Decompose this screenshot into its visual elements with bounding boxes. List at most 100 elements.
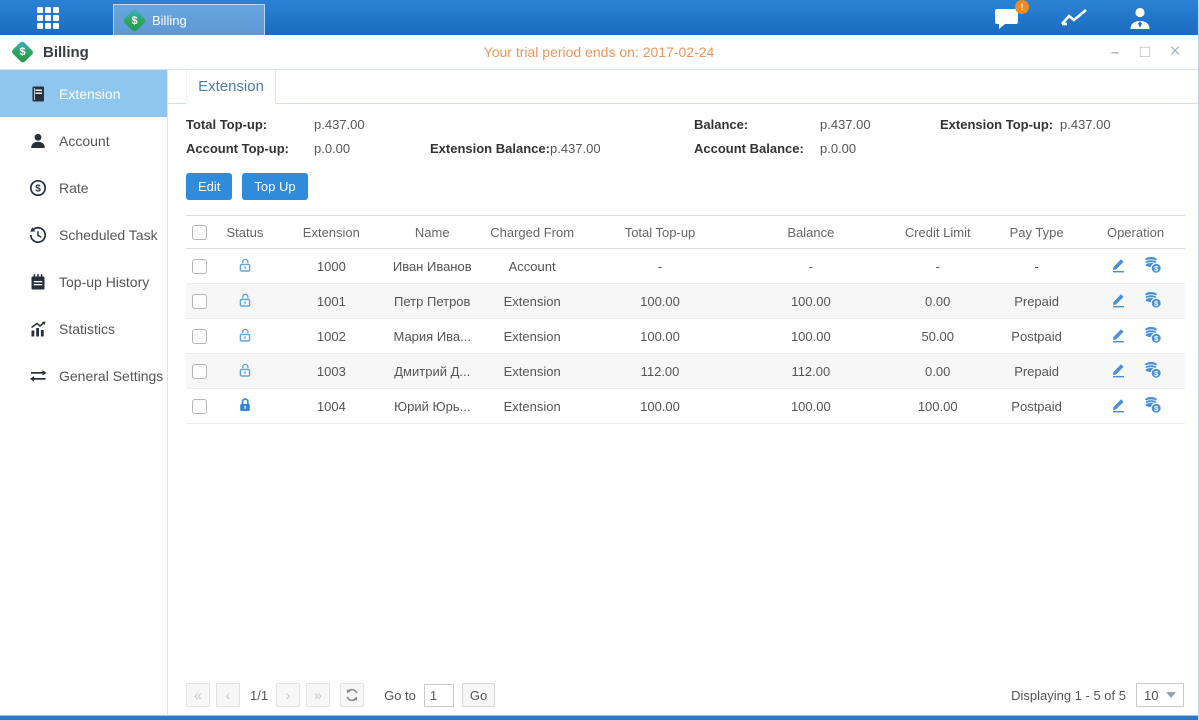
statistics-icon — [29, 320, 47, 338]
select-all-checkbox[interactable] — [192, 225, 207, 240]
close-button[interactable] — [1164, 41, 1186, 63]
table-header-row: Status Extension Name Charged From Total… — [186, 216, 1185, 249]
window-titlebar: Billing Your trial period ends on: 2017-… — [0, 35, 1198, 70]
cell-pay-type: - — [987, 249, 1086, 284]
minimize-button[interactable] — [1104, 41, 1126, 63]
cell-total-topup: 100.00 — [587, 319, 734, 354]
main-content: Extension Total Top-up: p.437.00 Balance… — [168, 70, 1198, 715]
chevron-down-icon — [1166, 692, 1176, 698]
page-size-value: 10 — [1144, 688, 1158, 703]
sidebar-item-rate[interactable]: $ Rate — [0, 164, 167, 211]
account-topup-label: Account Top-up: — [186, 141, 314, 156]
taskbar: Billing ! — [0, 0, 1198, 35]
trial-notice: Your trial period ends on: 2017-02-24 — [0, 44, 1198, 60]
top-up-row-icon[interactable]: $ — [1143, 291, 1162, 309]
top-up-button[interactable]: Top Up — [242, 173, 307, 200]
extension-balance-value: p.437.00 — [550, 141, 694, 156]
sidebar-item-scheduled-task[interactable]: Scheduled Task — [0, 211, 167, 258]
next-page-button[interactable] — [276, 683, 300, 707]
table-row: 1001 Петр Петров Extension 100.00 100.00… — [186, 284, 1185, 319]
edit-row-icon[interactable] — [1110, 396, 1127, 413]
sidebar-item-label: Account — [59, 133, 110, 149]
cell-charged-from: Extension — [478, 389, 587, 424]
last-page-button[interactable] — [306, 683, 330, 707]
col-name: Name — [387, 216, 478, 249]
top-up-row-icon[interactable]: $ — [1143, 396, 1162, 414]
cell-total-topup: 112.00 — [587, 354, 734, 389]
row-checkbox[interactable] — [192, 329, 207, 344]
edit-button[interactable]: Edit — [186, 173, 232, 200]
topup-history-icon — [29, 273, 47, 291]
cell-extension: 1004 — [276, 389, 387, 424]
edit-row-icon[interactable] — [1110, 291, 1127, 308]
taskbar-tab-billing[interactable]: Billing — [113, 4, 265, 35]
sidebar-item-general-settings[interactable]: General Settings — [0, 352, 167, 399]
cell-balance: - — [733, 249, 888, 284]
unlocked-icon — [237, 292, 253, 308]
unlocked-icon — [237, 362, 253, 378]
col-status: Status — [214, 216, 276, 249]
sidebar-item-extension[interactable]: Extension — [0, 70, 167, 117]
top-up-row-icon[interactable]: $ — [1143, 361, 1162, 379]
statistics-chart-icon[interactable] — [1059, 6, 1089, 30]
cell-extension: 1003 — [276, 354, 387, 389]
cell-credit-limit: 0.00 — [888, 284, 987, 319]
app-launcher-icon[interactable] — [37, 7, 69, 29]
maximize-button[interactable] — [1134, 41, 1156, 63]
cell-extension: 1000 — [276, 249, 387, 284]
balance-value: p.437.00 — [820, 117, 940, 132]
sidebar: Extension Account $ Rate — [0, 70, 168, 715]
col-credit-limit: Credit Limit — [888, 216, 987, 249]
unlocked-icon — [237, 327, 253, 343]
first-page-button[interactable] — [186, 683, 210, 707]
goto-page-input[interactable] — [424, 684, 454, 707]
sidebar-item-statistics[interactable]: Statistics — [0, 305, 167, 352]
col-pay-type: Pay Type — [987, 216, 1086, 249]
goto-label: Go to — [384, 688, 416, 703]
previous-page-button[interactable] — [216, 683, 240, 707]
sidebar-item-label: General Settings — [59, 368, 163, 384]
extension-topup-label: Extension Top-up: — [940, 117, 1060, 132]
row-checkbox[interactable] — [192, 364, 207, 379]
edit-row-icon[interactable] — [1110, 361, 1127, 378]
cell-credit-limit: 100.00 — [888, 389, 987, 424]
cell-extension: 1002 — [276, 319, 387, 354]
cell-name: Петр Петров — [387, 284, 478, 319]
col-balance: Balance — [733, 216, 888, 249]
account-balance-value: p.0.00 — [820, 141, 940, 156]
messages-icon[interactable]: ! — [993, 6, 1021, 30]
total-topup-value: p.437.00 — [314, 117, 430, 132]
row-checkbox[interactable] — [192, 294, 207, 309]
cell-total-topup: - — [587, 249, 734, 284]
account-balance-label: Account Balance: — [694, 141, 820, 156]
cell-balance: 112.00 — [733, 354, 888, 389]
cell-credit-limit: 50.00 — [888, 319, 987, 354]
sidebar-item-label: Rate — [59, 180, 89, 196]
billing-window: Billing ! — [0, 0, 1199, 720]
sidebar-item-label: Scheduled Task — [59, 227, 158, 243]
refresh-button[interactable] — [340, 683, 364, 707]
sidebar-item-account[interactable]: Account — [0, 117, 167, 164]
sidebar-item-label: Extension — [59, 86, 120, 102]
top-up-row-icon[interactable]: $ — [1143, 256, 1162, 274]
tab-strip: Extension — [168, 70, 1198, 104]
sidebar-item-topup-history[interactable]: Top-up History — [0, 258, 167, 305]
total-topup-label: Total Top-up: — [186, 117, 314, 132]
col-total-topup: Total Top-up — [587, 216, 734, 249]
row-checkbox[interactable] — [192, 259, 207, 274]
table-row: 1003 Дмитрий Д... Extension 112.00 112.0… — [186, 354, 1185, 389]
extension-balance-label: Extension Balance: — [430, 141, 550, 156]
edit-row-icon[interactable] — [1110, 326, 1127, 343]
locked-icon — [237, 397, 253, 413]
extension-icon — [29, 85, 47, 103]
col-operation: Operation — [1086, 216, 1185, 249]
edit-row-icon[interactable] — [1110, 256, 1127, 273]
user-account-icon[interactable] — [1127, 6, 1153, 30]
top-up-row-icon[interactable]: $ — [1143, 326, 1162, 344]
row-checkbox[interactable] — [192, 399, 207, 414]
tab-extension[interactable]: Extension — [186, 70, 276, 104]
cell-balance: 100.00 — [733, 319, 888, 354]
page-size-dropdown[interactable]: 10 — [1136, 683, 1184, 707]
scheduled-task-icon — [29, 226, 47, 244]
go-button[interactable]: Go — [462, 683, 495, 707]
